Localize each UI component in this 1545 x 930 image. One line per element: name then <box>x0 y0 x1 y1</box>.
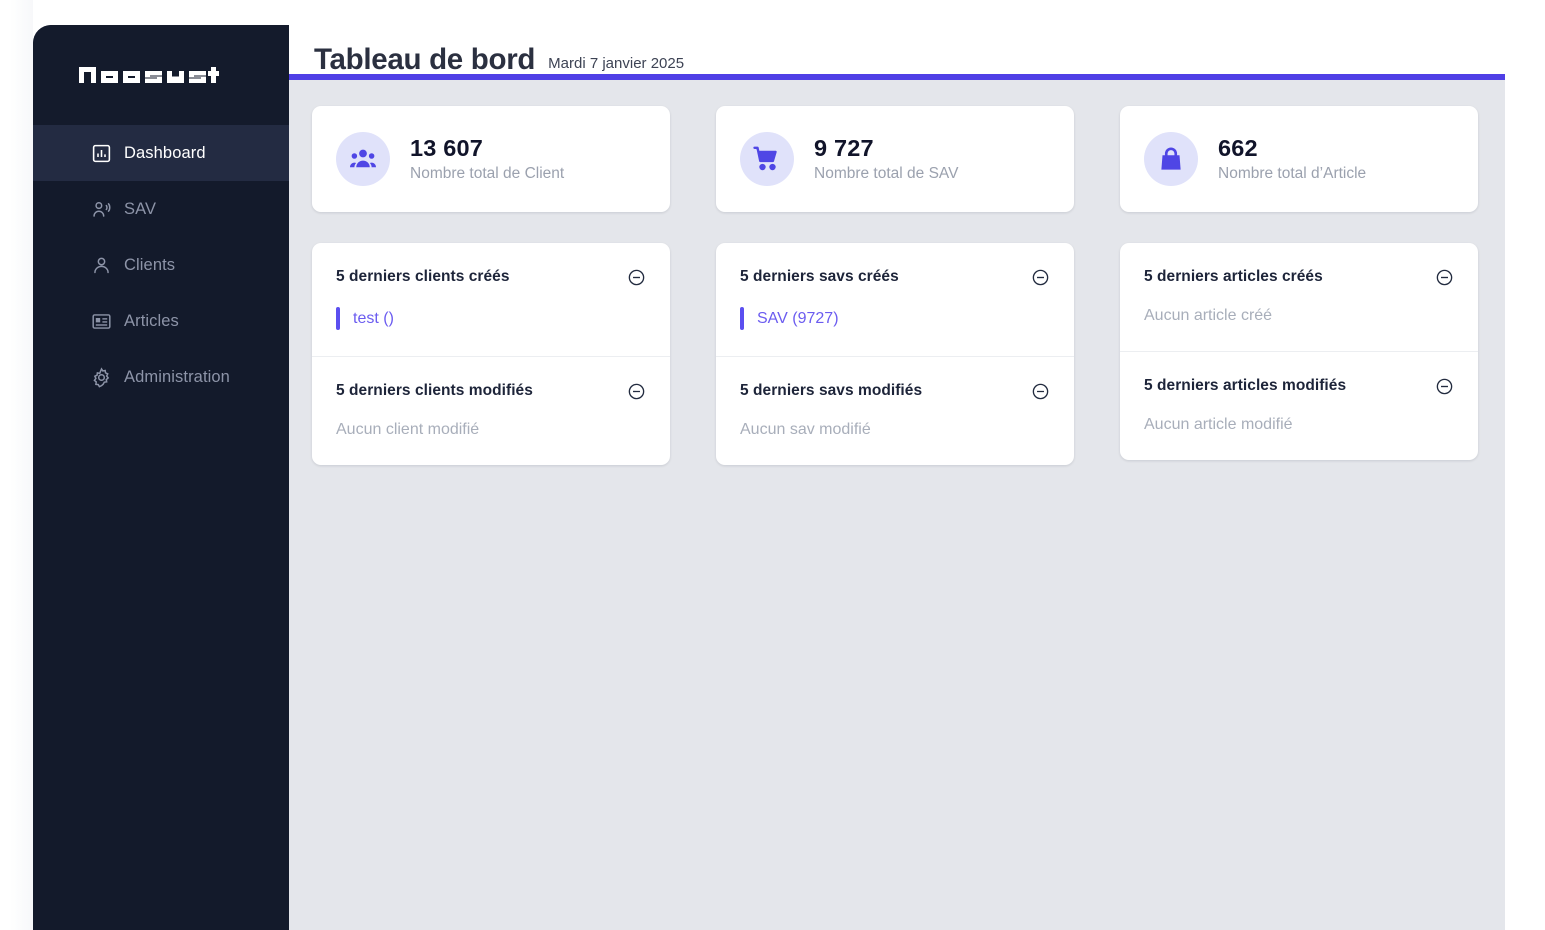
empty-state-text: Aucun client modifié <box>336 421 480 438</box>
panel-section-articles-created: 5 derniers articles créés Aucun article … <box>1120 243 1478 351</box>
group-icon <box>336 132 390 186</box>
item-accent-bar <box>740 307 744 330</box>
stat-card-clients[interactable]: 13 607 Nombre total de Client <box>312 106 670 212</box>
sidebar-item-label: Dashboard <box>124 143 206 162</box>
panel-head: 5 derniers articles modifiés <box>1144 376 1454 396</box>
sidebar-item-sav[interactable]: SAV <box>33 181 289 237</box>
user-voice-icon <box>90 198 112 220</box>
page-date: Mardi 7 janvier 2025 <box>548 55 685 72</box>
minus-circle-icon[interactable] <box>1434 267 1454 287</box>
panel-section-savs-modified: 5 derniers savs modifiés Aucun sav modif… <box>716 356 1074 465</box>
stat-text-sav: 9 727 Nombre total de SAV <box>814 135 958 183</box>
item-accent-bar <box>336 307 340 330</box>
empty-state-text: Aucun article modifié <box>1144 416 1293 433</box>
panel-head: 5 derniers savs créés <box>740 267 1050 287</box>
stat-col-clients: 13 607 Nombre total de Client <box>312 106 670 212</box>
sidebar-item-administration[interactable]: Administration <box>33 349 289 405</box>
shopping-cart-icon <box>740 132 794 186</box>
minus-circle-icon[interactable] <box>1434 376 1454 396</box>
minus-circle-icon[interactable] <box>626 381 646 401</box>
empty-state-text: Aucun article créé <box>1144 307 1273 324</box>
panel-head: 5 derniers clients créés <box>336 267 646 287</box>
list-panels-row: 5 derniers clients créés test () 5 derni… <box>312 212 1482 465</box>
panel-section-clients-modified: 5 derniers clients modifiés Aucun client… <box>312 356 670 465</box>
user-icon <box>90 254 112 276</box>
page-title: Tableau de bord <box>314 42 536 76</box>
stat-value: 9 727 <box>814 135 874 162</box>
neosyst-logo-icon <box>79 67 219 83</box>
list-item[interactable]: test () <box>336 307 646 330</box>
stat-text-articles: 662 Nombre total d’Article <box>1218 135 1366 183</box>
sidebar-item-label: Clients <box>124 255 176 274</box>
panel-body: Aucun article créé <box>1144 287 1454 351</box>
brand-logo[interactable] <box>33 25 289 125</box>
panel-head: 5 derniers articles créés <box>1144 267 1454 287</box>
panel-col-sav: 5 derniers savs créés SAV (9727) 5 derni… <box>716 212 1074 465</box>
sidebar-item-dashboard[interactable]: Dashboard <box>33 125 289 181</box>
panel-title: 5 derniers savs modifiés <box>740 382 923 399</box>
panel-col-articles: 5 derniers articles créés Aucun article … <box>1120 212 1478 465</box>
minus-circle-icon[interactable] <box>1030 381 1050 401</box>
panel-body: Aucun sav modifié <box>740 401 1050 465</box>
panel-body: SAV (9727) <box>740 287 1050 356</box>
minus-circle-icon[interactable] <box>626 267 646 287</box>
panel-section-articles-modified: 5 derniers articles modifiés Aucun artic… <box>1120 351 1478 460</box>
sidebar: Dashboard SAV Clients Articles Administr… <box>33 25 289 930</box>
panel-section-clients-created: 5 derniers clients créés test () <box>312 243 670 356</box>
panel-head: 5 derniers clients modifiés <box>336 381 646 401</box>
id-card-icon <box>90 310 112 332</box>
panel-section-savs-created: 5 derniers savs créés SAV (9727) <box>716 243 1074 356</box>
panel-title: 5 derniers savs créés <box>740 268 899 285</box>
sidebar-item-label: Administration <box>124 367 230 386</box>
main-content: 13 607 Nombre total de Client 9 727 Nomb… <box>289 80 1505 930</box>
panel-clients: 5 derniers clients créés test () 5 derni… <box>312 243 670 465</box>
page-header: Tableau de bord Mardi 7 janvier 2025 <box>289 25 1505 81</box>
stat-card-sav[interactable]: 9 727 Nombre total de SAV <box>716 106 1074 212</box>
handbag-icon <box>1144 132 1198 186</box>
panel-title: 5 derniers articles créés <box>1144 268 1323 285</box>
panel-title: 5 derniers clients modifiés <box>336 382 533 399</box>
panel-sav: 5 derniers savs créés SAV (9727) 5 derni… <box>716 243 1074 465</box>
bar-chart-box-icon <box>90 142 112 164</box>
panel-body: test () <box>336 287 646 356</box>
empty-state-text: Aucun sav modifié <box>740 421 871 438</box>
stat-value: 662 <box>1218 135 1258 162</box>
stat-col-articles: 662 Nombre total d’Article <box>1120 106 1478 212</box>
stat-text-clients: 13 607 Nombre total de Client <box>410 135 564 183</box>
item-link[interactable]: SAV (9727) <box>757 310 839 328</box>
gear-icon <box>90 366 112 388</box>
panel-col-clients: 5 derniers clients créés test () 5 derni… <box>312 212 670 465</box>
panel-head: 5 derniers savs modifiés <box>740 381 1050 401</box>
stat-label: Nombre total de Client <box>410 165 565 183</box>
list-item[interactable]: SAV (9727) <box>740 307 1050 330</box>
stat-label: Nombre total de SAV <box>814 165 959 183</box>
panel-title: 5 derniers articles modifiés <box>1144 377 1347 394</box>
panel-title: 5 derniers clients créés <box>336 268 510 285</box>
stat-value: 13 607 <box>410 135 484 162</box>
panel-articles: 5 derniers articles créés Aucun article … <box>1120 243 1478 460</box>
sidebar-nav: Dashboard SAV Clients Articles Administr… <box>33 125 289 930</box>
minus-circle-icon[interactable] <box>1030 267 1050 287</box>
stat-col-sav: 9 727 Nombre total de SAV <box>716 106 1074 212</box>
stat-card-articles[interactable]: 662 Nombre total d’Article <box>1120 106 1478 212</box>
app-root: Dashboard SAV Clients Articles Administr… <box>0 0 1545 930</box>
panel-body: Aucun client modifié <box>336 401 646 465</box>
panel-body: Aucun article modifié <box>1144 396 1454 460</box>
stat-label: Nombre total d’Article <box>1218 165 1367 183</box>
sidebar-item-label: SAV <box>124 199 157 218</box>
sidebar-item-label: Articles <box>124 311 179 330</box>
sidebar-item-clients[interactable]: Clients <box>33 237 289 293</box>
sidebar-item-articles[interactable]: Articles <box>33 293 289 349</box>
item-link[interactable]: test () <box>353 310 394 328</box>
stat-cards-row: 13 607 Nombre total de Client 9 727 Nomb… <box>312 106 1482 212</box>
